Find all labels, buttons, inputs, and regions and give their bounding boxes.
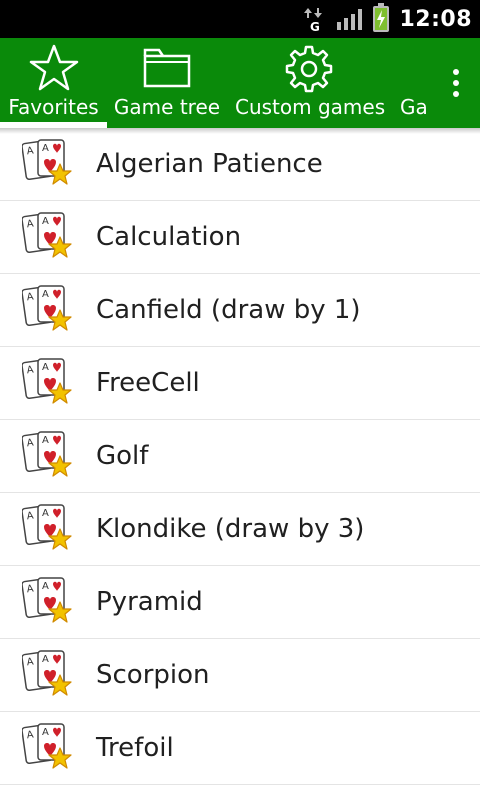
cards-favorite-icon: A A [21,138,76,192]
list-item[interactable]: A A Trefoil [0,712,480,785]
tab-custom-games[interactable]: Custom games [235,38,386,128]
svg-text:A: A [42,508,49,519]
game-name: FreeCell [96,368,200,398]
gear-icon [284,44,334,98]
list-item[interactable]: A A Scorpion [0,639,480,712]
svg-text:A: A [42,216,49,227]
cards-favorite-icon: A A [21,357,76,411]
game-name: Calculation [96,222,242,252]
tab-label: Custom games [235,95,386,119]
list-item[interactable]: A A Klondike (draw by 3) [0,493,480,566]
svg-text:A: A [42,581,49,592]
list-item[interactable]: A A Canfield (draw by 1) [0,274,480,347]
tab-label: Game tree [113,95,221,119]
svg-text:A: A [42,654,49,665]
game-name: Klondike (draw by 3) [96,514,365,544]
game-name: Trefoil [96,733,174,763]
overflow-menu-button[interactable] [432,38,480,128]
signal-bars-icon [337,8,363,30]
cards-favorite-icon: A A [21,211,76,265]
folder-icon [141,44,193,94]
status-bar: G 12:08 [0,0,480,38]
cards-favorite-icon: A A [21,503,76,557]
list-item[interactable]: A A Calculation [0,201,480,274]
cards-favorite-icon: A A [21,649,76,703]
star-icon [29,44,79,96]
svg-text:A: A [42,727,49,738]
cards-favorite-icon: A A [21,430,76,484]
list-item[interactable]: A A Pyramid [0,566,480,639]
list-item[interactable]: A A Algerian Patience [0,128,480,201]
status-icons: G 12:08 [303,0,472,38]
tab-bar: Favorites Game tree Custom games Ga [0,38,480,128]
svg-text:A: A [42,143,49,154]
game-name: Scorpion [96,660,210,690]
cards-favorite-icon: A A [21,576,76,630]
list-item[interactable]: A A FreeCell [0,347,480,420]
game-name: Golf [96,441,149,471]
list-item[interactable]: A A Golf [0,420,480,493]
svg-text:G: G [310,20,320,32]
data-transfer-g-icon: G [303,6,327,34]
game-name: Pyramid [96,587,203,617]
svg-text:A: A [42,362,49,373]
svg-text:A: A [42,435,49,446]
tab-favorites[interactable]: Favorites [0,38,107,128]
cards-favorite-icon: A A [21,722,76,776]
tab-game-tree[interactable]: Game tree [109,38,225,128]
cards-favorite-icon: A A [21,284,76,338]
game-name: Canfield (draw by 1) [96,295,361,325]
tab-label: Favorites [8,95,99,119]
battery-charging-icon [373,3,390,32]
favorites-list: A A Algerian Patience A A Calculation A … [0,128,480,785]
game-name: Algerian Patience [96,149,323,179]
actionbar-shadow [0,128,480,134]
clock: 12:08 [399,6,472,32]
svg-text:A: A [42,289,49,300]
